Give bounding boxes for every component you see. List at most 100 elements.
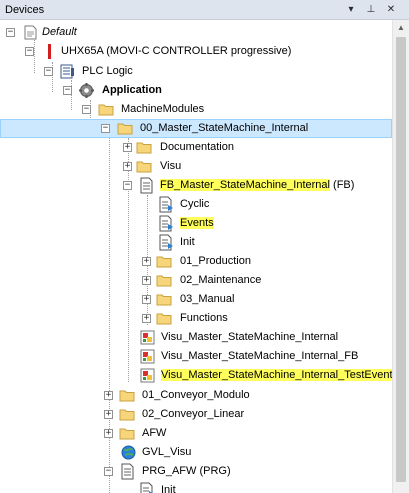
tree-row-functions[interactable]: + Functions bbox=[0, 309, 392, 328]
expand-toggle[interactable]: + bbox=[123, 162, 132, 171]
expand-toggle[interactable]: + bbox=[104, 429, 113, 438]
tree-row-cyclic[interactable]: Cyclic bbox=[0, 195, 392, 214]
tree-row-documentation[interactable]: + Documentation bbox=[0, 138, 392, 157]
fb-name: FB_Master_StateMachine_Internal bbox=[160, 179, 330, 191]
collapse-toggle[interactable]: − bbox=[6, 28, 15, 37]
tree-label: Init bbox=[161, 484, 176, 493]
function-block-icon bbox=[138, 177, 155, 194]
folder-icon bbox=[156, 291, 173, 308]
tree-label: Visu_Master_StateMachine_Internal_TestEv… bbox=[161, 369, 392, 382]
events-label: Events bbox=[180, 217, 214, 229]
tree-row-visu-internal-fb[interactable]: Visu_Master_StateMachine_Internal_FB bbox=[0, 347, 392, 366]
tree-label: AFW bbox=[142, 427, 167, 439]
tree-row-machine-modules[interactable]: − MachineModules bbox=[0, 100, 392, 119]
folder-icon bbox=[156, 272, 173, 289]
expand-toggle[interactable]: + bbox=[142, 295, 151, 304]
tree-label: GVL_Visu bbox=[142, 446, 192, 458]
program-icon bbox=[119, 463, 136, 480]
project-icon bbox=[22, 24, 39, 41]
tree-label: Visu bbox=[160, 160, 182, 172]
tree-row-prg-afw[interactable]: − PRG_AFW (PRG) bbox=[0, 462, 392, 481]
expand-toggle[interactable]: + bbox=[104, 410, 113, 419]
tree-row-application[interactable]: − Application bbox=[0, 81, 392, 100]
tree-row-afw[interactable]: + AFW bbox=[0, 424, 392, 443]
folder-icon bbox=[156, 253, 173, 270]
folder-icon bbox=[119, 387, 136, 404]
tree-row-manual[interactable]: + 03_Manual bbox=[0, 290, 392, 309]
tree-label: Default bbox=[42, 26, 77, 38]
controller-icon bbox=[41, 43, 58, 60]
tree-row-fb-master[interactable]: − FB_Master_StateMachine_Internal (FB) bbox=[0, 176, 392, 195]
close-icon[interactable]: ✕ bbox=[384, 3, 398, 17]
devices-panel-header: Devices ▾ ⊥ ✕ bbox=[0, 0, 409, 20]
folder-icon bbox=[119, 406, 136, 423]
pin-icon[interactable]: ⊥ bbox=[364, 3, 378, 17]
tree-row-events[interactable]: Events bbox=[0, 214, 392, 233]
expand-toggle[interactable]: + bbox=[104, 391, 113, 400]
plc-logic-icon bbox=[59, 63, 76, 80]
vertical-scrollbar[interactable]: ▲ bbox=[392, 20, 409, 493]
method-icon bbox=[158, 196, 175, 213]
tree-label: FB_Master_StateMachine_Internal (FB) bbox=[160, 179, 354, 192]
expand-toggle[interactable]: + bbox=[123, 143, 132, 152]
tree-label: 01_Conveyor_Modulo bbox=[142, 389, 250, 401]
fb-suffix: (FB) bbox=[329, 179, 355, 191]
tree-row-plc-logic[interactable]: − PLC Logic bbox=[0, 62, 392, 81]
gear-icon bbox=[78, 82, 95, 99]
collapse-toggle[interactable]: − bbox=[44, 67, 53, 76]
tree-row-gvl-visu[interactable]: GVL_Visu bbox=[0, 443, 392, 462]
collapse-toggle[interactable]: − bbox=[101, 124, 110, 133]
tree-row-default[interactable]: − Default bbox=[0, 23, 392, 42]
collapse-toggle[interactable]: − bbox=[63, 86, 72, 95]
tree-label: Visu_Master_StateMachine_Internal bbox=[161, 331, 339, 343]
tree-row-visu-test-events[interactable]: Visu_Master_StateMachine_Internal_TestEv… bbox=[0, 366, 392, 385]
tree-row-master-folder[interactable]: − 00_Master_StateMachine_Internal bbox=[0, 119, 392, 138]
tree-label: Documentation bbox=[160, 141, 234, 153]
tree-row-conveyor-modulo[interactable]: + 01_Conveyor_Modulo bbox=[0, 386, 392, 405]
panel-menu-icon[interactable]: ▾ bbox=[344, 3, 358, 17]
visualization-icon bbox=[139, 367, 156, 384]
tree-label: 00_Master_StateMachine_Internal bbox=[140, 122, 309, 134]
tree-row-conveyor-linear[interactable]: + 02_Conveyor_Linear bbox=[0, 405, 392, 424]
tree-label: Events bbox=[180, 217, 214, 230]
device-tree[interactable]: − Default − UHX65A (MOVI-C CONTROLLER pr… bbox=[0, 20, 392, 493]
tree-label: 03_Manual bbox=[180, 293, 235, 305]
tree-label: Cyclic bbox=[180, 198, 210, 210]
tree-label: PLC Logic bbox=[82, 65, 133, 77]
tree-label: UHX65A (MOVI-C CONTROLLER progressive) bbox=[61, 45, 292, 57]
tree-row-production[interactable]: + 01_Production bbox=[0, 252, 392, 271]
method-icon bbox=[158, 215, 175, 232]
tree-label: 02_Maintenance bbox=[180, 274, 262, 286]
expand-toggle[interactable]: + bbox=[142, 314, 151, 323]
collapse-toggle[interactable]: − bbox=[25, 47, 34, 56]
method-icon bbox=[139, 482, 156, 493]
tree-label: Application bbox=[102, 84, 162, 96]
panel-title: Devices bbox=[5, 4, 45, 16]
expand-toggle[interactable]: + bbox=[142, 276, 151, 285]
collapse-toggle[interactable]: − bbox=[104, 467, 113, 476]
tree-row-maintenance[interactable]: + 02_Maintenance bbox=[0, 271, 392, 290]
tree-label: MachineModules bbox=[121, 103, 205, 115]
test-events-label: Visu_Master_StateMachine_Internal_TestEv… bbox=[161, 369, 392, 381]
tree-label: 02_Conveyor_Linear bbox=[142, 408, 245, 420]
tree-row-init[interactable]: Init bbox=[0, 233, 392, 252]
folder-icon bbox=[117, 120, 134, 137]
collapse-toggle[interactable]: − bbox=[82, 105, 91, 114]
scroll-thumb[interactable] bbox=[396, 37, 406, 482]
folder-icon bbox=[98, 101, 115, 118]
tree-row-visu[interactable]: + Visu bbox=[0, 157, 392, 176]
collapse-toggle[interactable]: − bbox=[123, 181, 132, 190]
method-icon bbox=[158, 234, 175, 251]
tree-label: Functions bbox=[180, 312, 228, 324]
globe-icon bbox=[120, 444, 137, 461]
folder-icon bbox=[136, 158, 153, 175]
tree-label: Init bbox=[180, 236, 195, 248]
folder-icon bbox=[156, 310, 173, 327]
expand-toggle[interactable]: + bbox=[142, 257, 151, 266]
tree-row-controller[interactable]: − UHX65A (MOVI-C CONTROLLER progressive) bbox=[0, 42, 392, 61]
tree-row-prg-init[interactable]: Init bbox=[0, 481, 392, 493]
folder-icon bbox=[119, 425, 136, 442]
scroll-up-icon[interactable]: ▲ bbox=[393, 20, 409, 36]
tree-label: Visu_Master_StateMachine_Internal_FB bbox=[161, 350, 359, 362]
tree-row-visu-internal[interactable]: Visu_Master_StateMachine_Internal bbox=[0, 328, 392, 347]
